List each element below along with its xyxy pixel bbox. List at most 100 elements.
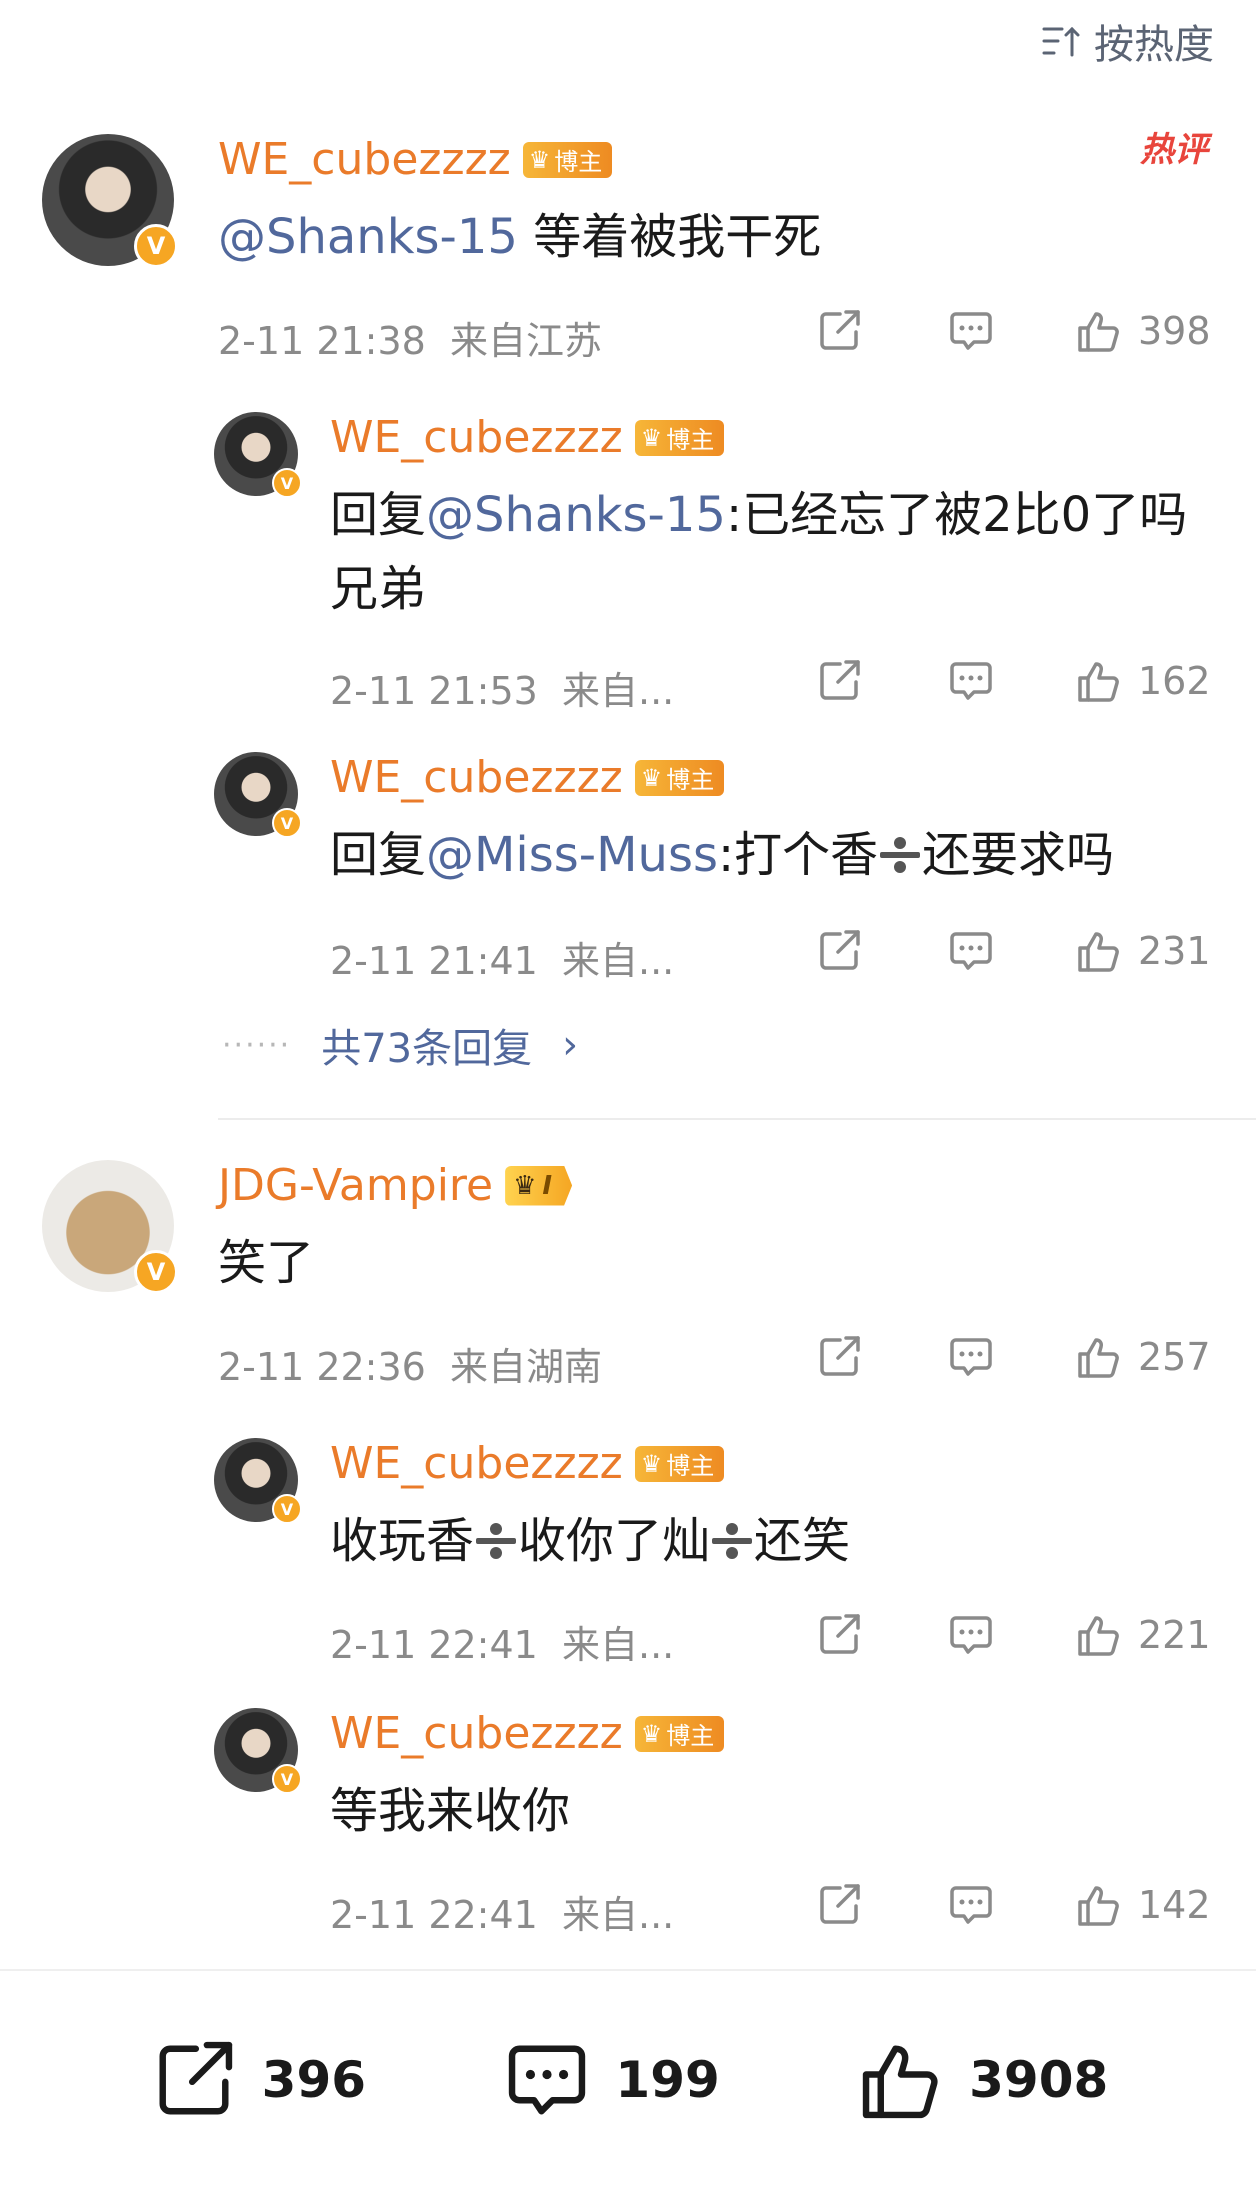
avatar[interactable]: V [214, 752, 302, 838]
avatar[interactable]: V [214, 1438, 302, 1524]
comment-meta: 2-11 21:38 来自江苏 [218, 310, 602, 365]
share-button[interactable] [814, 926, 864, 976]
reply-button[interactable] [946, 306, 996, 356]
thumbs-up-icon [1078, 662, 1119, 702]
timestamp: 2-11 21:41 [330, 939, 538, 983]
like-button[interactable]: 3908 [855, 2034, 1108, 2126]
more-replies-link[interactable]: ······ 共73条回复 › [222, 1016, 578, 1074]
reply-button[interactable] [946, 926, 996, 976]
share-button[interactable] [814, 656, 864, 706]
reply-button[interactable] [946, 656, 996, 706]
share-icon [820, 930, 860, 970]
level-label: I [542, 1170, 553, 1201]
crown-icon: ♛ [528, 145, 551, 174]
like-button[interactable]: 221 [1074, 1610, 1214, 1660]
like-button[interactable]: 142 [1074, 1880, 1214, 1930]
like-button[interactable]: 257 [1074, 1332, 1214, 1382]
thumbs-up-icon [1078, 1886, 1119, 1926]
reply-meta: 2-11 21:53 来自... [330, 660, 674, 715]
share-button[interactable] [814, 1332, 864, 1382]
reply-button[interactable] [946, 1880, 996, 1930]
comment-author[interactable]: JDG-Vampire ♛ I [218, 1160, 573, 1211]
share-count: 396 [261, 2051, 367, 2109]
location: 来自... [562, 939, 675, 983]
share-icon [159, 2041, 232, 2115]
crown-icon: ♛ [640, 763, 663, 792]
like-count: 257 [1138, 1335, 1211, 1379]
avatar[interactable]: V [42, 1160, 178, 1294]
reply-author[interactable]: WE_cubezzzz ♛ 博主 [330, 1708, 725, 1759]
badge-label: 博主 [666, 1722, 715, 1750]
mention-link[interactable]: @Shanks-15 [218, 209, 518, 265]
thumbs-up-icon [1078, 1338, 1119, 1378]
badge-label: 博主 [666, 426, 715, 454]
badge-label: 博主 [666, 766, 715, 794]
location: 来自... [562, 1623, 675, 1667]
comment-button[interactable]: 199 [501, 2034, 720, 2126]
emoji-icon [712, 1521, 753, 1561]
blogger-badge: ♛ 博主 [634, 419, 725, 456]
comment-icon [950, 662, 992, 700]
share-button[interactable] [814, 1880, 864, 1930]
reply-body: 收你了灿 [518, 1513, 711, 1569]
reply-body: 收玩香 [330, 1513, 475, 1569]
comment-actions: 398 [814, 306, 1214, 356]
comment-text: @Shanks-15 等着被我干死 [218, 200, 821, 274]
repost-button[interactable]: 396 [148, 2034, 366, 2126]
share-icon [820, 1614, 860, 1654]
comment-author[interactable]: WE_cubezzzz ♛ 博主 [218, 134, 613, 185]
reply-meta: 2-11 22:41 来自... [330, 1614, 674, 1669]
share-icon [820, 660, 860, 700]
like-count: 221 [1138, 1613, 1211, 1657]
avatar[interactable]: V [214, 1708, 302, 1794]
timestamp: 2-11 21:38 [218, 319, 426, 363]
like-button[interactable]: 162 [1074, 656, 1214, 706]
like-button[interactable]: 398 [1074, 306, 1214, 356]
blogger-badge: ♛ 博主 [634, 759, 725, 796]
sort-icon [1042, 26, 1080, 57]
timestamp: 2-11 22:36 [218, 1345, 426, 1389]
reply-prefix: 回复 [330, 487, 427, 543]
reply-body: :打个香 [717, 827, 879, 883]
username: WE_cubezzzz [330, 1708, 623, 1759]
reply-button[interactable] [946, 1332, 996, 1382]
crown-icon: ♛ [640, 423, 663, 452]
sort-toggle[interactable]: 按热度 [1040, 12, 1214, 70]
timestamp: 2-11 22:41 [330, 1623, 538, 1667]
comment-icon [509, 2045, 586, 2115]
chevron-right-icon: › [562, 1022, 579, 1068]
ellipsis-icon: ······ [222, 1027, 292, 1063]
thumbs-up-icon [1078, 932, 1119, 972]
reply-body: 还要求吗 [922, 827, 1115, 883]
mention-link[interactable]: @Shanks-15 [426, 487, 726, 543]
share-button[interactable] [814, 306, 864, 356]
avatar[interactable]: V [214, 412, 302, 498]
mention-link[interactable]: @Miss-Muss [426, 827, 718, 883]
reply-author[interactable]: WE_cubezzzz ♛ 博主 [330, 1438, 725, 1489]
reply-button[interactable] [946, 1610, 996, 1660]
reply-author[interactable]: WE_cubezzzz ♛ 博主 [330, 752, 725, 803]
comment-icon [950, 932, 992, 970]
verified-icon: V [272, 808, 302, 838]
location: 来自湖南 [450, 1345, 603, 1389]
crown-icon: ♛ [640, 1449, 663, 1478]
reply-meta: 2-11 22:41 来自... [330, 1884, 674, 1939]
share-button[interactable] [814, 1610, 864, 1660]
comment-icon [950, 1616, 992, 1654]
like-count: 142 [1138, 1883, 1211, 1927]
like-button[interactable]: 231 [1074, 926, 1214, 976]
avatar[interactable]: V [42, 134, 178, 268]
username: WE_cubezzzz [330, 412, 623, 463]
reply-text: 回复@Shanks-15:已经忘了被2比0了吗兄弟 [330, 478, 1210, 626]
reply-author[interactable]: WE_cubezzzz ♛ 博主 [330, 412, 725, 463]
like-count: 398 [1138, 309, 1211, 353]
reply-actions: 142 [814, 1880, 1214, 1930]
blogger-badge: ♛ 博主 [634, 1445, 725, 1482]
reply-text: 收玩香 收你了灿 还笑 [330, 1504, 850, 1578]
share-icon [820, 1336, 860, 1376]
more-replies-label: 共73条回复 [321, 1026, 533, 1072]
comment-icon [950, 1338, 992, 1376]
verified-icon: V [272, 468, 302, 498]
divider [218, 1118, 1256, 1120]
share-icon [820, 310, 860, 350]
